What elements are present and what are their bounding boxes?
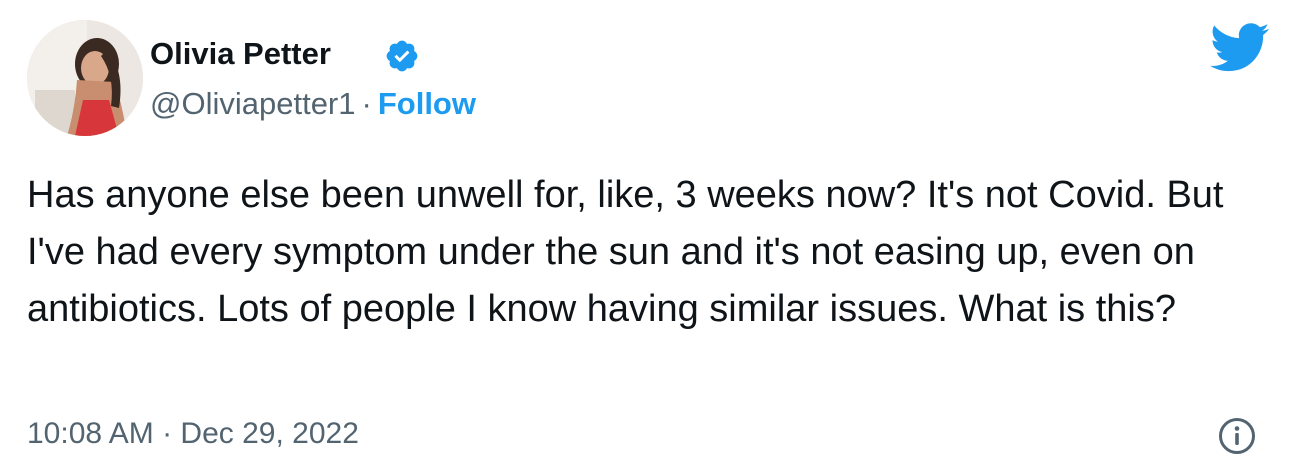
info-icon[interactable] <box>1217 416 1257 456</box>
verified-badge-icon <box>386 40 418 72</box>
avatar[interactable] <box>27 20 143 136</box>
tweet-card: Olivia Petter @Oliviapetter1 · Follow Has … <box>0 0 1300 473</box>
tweet-text: Has anyone else been unwell for, like, 3… <box>27 174 1224 330</box>
timestamp[interactable]: 10:08 AM · Dec 29, 2022 <box>27 414 359 454</box>
separator: · <box>361 86 372 121</box>
twitter-bird-icon[interactable] <box>1210 22 1270 74</box>
avatar-image <box>27 20 143 136</box>
follow-button[interactable]: Follow <box>378 86 476 121</box>
author-handle[interactable]: @Oliviapetter1 <box>150 86 356 121</box>
handle-row: @Oliviapetter1 · Follow <box>150 84 476 124</box>
author-name[interactable]: Olivia Petter <box>150 34 331 74</box>
